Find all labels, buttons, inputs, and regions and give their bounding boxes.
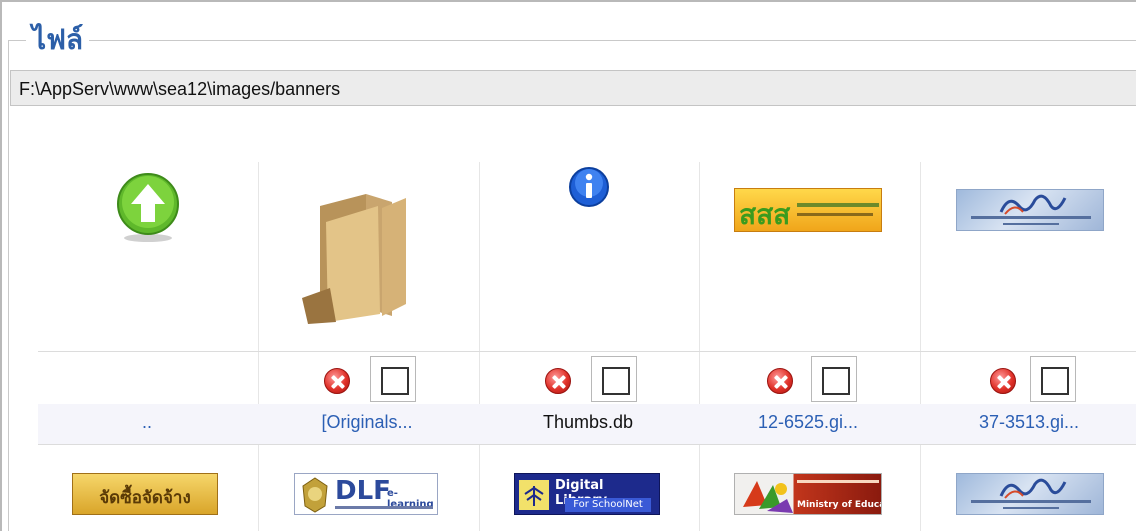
- delete-icon[interactable]: [545, 368, 571, 394]
- banner-thumbnail[interactable]: [956, 473, 1104, 515]
- grid-divider: [258, 162, 259, 531]
- path-bar: F:\AppServ\www\sea12\images/banners: [10, 70, 1136, 106]
- row-divider: [38, 444, 1136, 445]
- file-name-link[interactable]: [Originals...: [258, 412, 476, 433]
- current-path: F:\AppServ\www\sea12\images/banners: [19, 79, 341, 99]
- banner-thumbnail[interactable]: Digital Library For SchoolNet: [514, 473, 660, 515]
- select-checkbox[interactable]: [591, 356, 637, 402]
- file-name-link[interactable]: ..: [38, 412, 256, 433]
- banner-subtext: For SchoolNet: [565, 498, 651, 512]
- files-legend: ไฟล์: [26, 22, 90, 58]
- delete-icon[interactable]: [990, 368, 1016, 394]
- banner-text: DLF: [335, 476, 391, 506]
- banner-thumbnail-37-3513[interactable]: [956, 189, 1104, 231]
- up-arrow-icon[interactable]: [115, 172, 181, 249]
- select-checkbox[interactable]: [811, 356, 857, 402]
- select-checkbox[interactable]: [370, 356, 416, 402]
- delete-icon[interactable]: [324, 368, 350, 394]
- banner-thumbnail[interactable]: Ministry of Education: [734, 473, 882, 515]
- banner-thumbnail[interactable]: DLF e-learning: [294, 473, 438, 515]
- row-divider: [38, 351, 1136, 352]
- grid-divider: [920, 162, 921, 531]
- info-icon[interactable]: [568, 166, 610, 213]
- banner-text: จัดซื้อจัดจ้าง: [99, 488, 191, 508]
- file-name-link[interactable]: 12-6525.gi...: [699, 412, 917, 433]
- grid-divider: [479, 162, 480, 531]
- delete-icon[interactable]: [767, 368, 793, 394]
- select-checkbox[interactable]: [1030, 356, 1076, 402]
- files-fieldset: [8, 40, 1136, 531]
- banner-thumbnail-12-6525[interactable]: สสส: [734, 188, 882, 232]
- grid-divider: [699, 162, 700, 531]
- file-name: Thumbs.db: [542, 412, 634, 432]
- folder-icon[interactable]: [296, 188, 416, 329]
- file-name-link[interactable]: 37-3513.gi...: [920, 412, 1136, 433]
- banner-text: Ministry of Education: [797, 500, 881, 510]
- banner-thumbnail[interactable]: จัดซื้อจัดจ้าง: [72, 473, 218, 515]
